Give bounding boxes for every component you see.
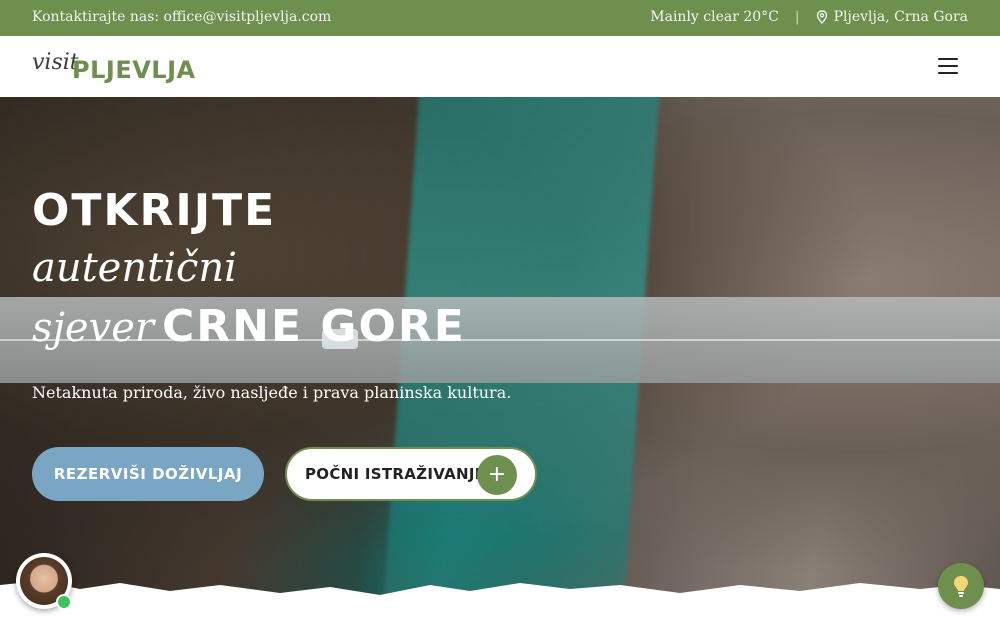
plus-icon: + bbox=[477, 455, 517, 495]
lightbulb-icon[interactable] bbox=[938, 563, 984, 609]
hero-subtitle: Netaknuta priroda, živo nasljeđe i prava… bbox=[32, 383, 512, 402]
site-logo[interactable]: visit PLJEVLJA bbox=[32, 50, 202, 84]
hero-section: OTKRIJTE autentični sjever CRNE GORE Neta… bbox=[0, 97, 1000, 625]
top-bar-separator: | bbox=[794, 9, 800, 25]
hero-title-line1: OTKRIJTE bbox=[32, 185, 277, 236]
online-status-indicator bbox=[56, 594, 72, 610]
site-header: visit PLJEVLJA bbox=[0, 36, 1000, 98]
weather-info: Mainly clear 20°C bbox=[650, 9, 779, 25]
lightbulb-glyph bbox=[954, 576, 968, 597]
torn-paper-edge bbox=[0, 581, 1000, 625]
hero-title-caps: CRNE GORE bbox=[162, 301, 466, 352]
book-experience-button[interactable]: REZERVIŠI DOŽIVLJAJ bbox=[32, 447, 264, 501]
location-info: Pljevlja, Crna Gora bbox=[833, 9, 968, 25]
top-bar-right: Mainly clear 20°C | Pljevlja, Crna Gora bbox=[650, 9, 968, 25]
start-exploring-label: POČNI ISTRAŽIVANJE bbox=[305, 465, 486, 483]
hamburger-menu-icon[interactable] bbox=[938, 58, 958, 74]
hero-title-line2: autentični bbox=[32, 245, 237, 291]
contact-info[interactable]: Kontaktirajte nas: office@visitpljevlja.… bbox=[32, 9, 331, 25]
start-exploring-button[interactable]: POČNI ISTRAŽIVANJE + bbox=[285, 447, 537, 501]
logo-name: PLJEVLJA bbox=[72, 56, 196, 84]
map-pin-icon bbox=[816, 10, 827, 24]
top-bar: Kontaktirajte nas: office@visitpljevlja.… bbox=[0, 0, 1000, 36]
hero-title-script: sjever bbox=[32, 305, 154, 351]
hero-title-line3: sjever CRNE GORE bbox=[32, 301, 466, 352]
